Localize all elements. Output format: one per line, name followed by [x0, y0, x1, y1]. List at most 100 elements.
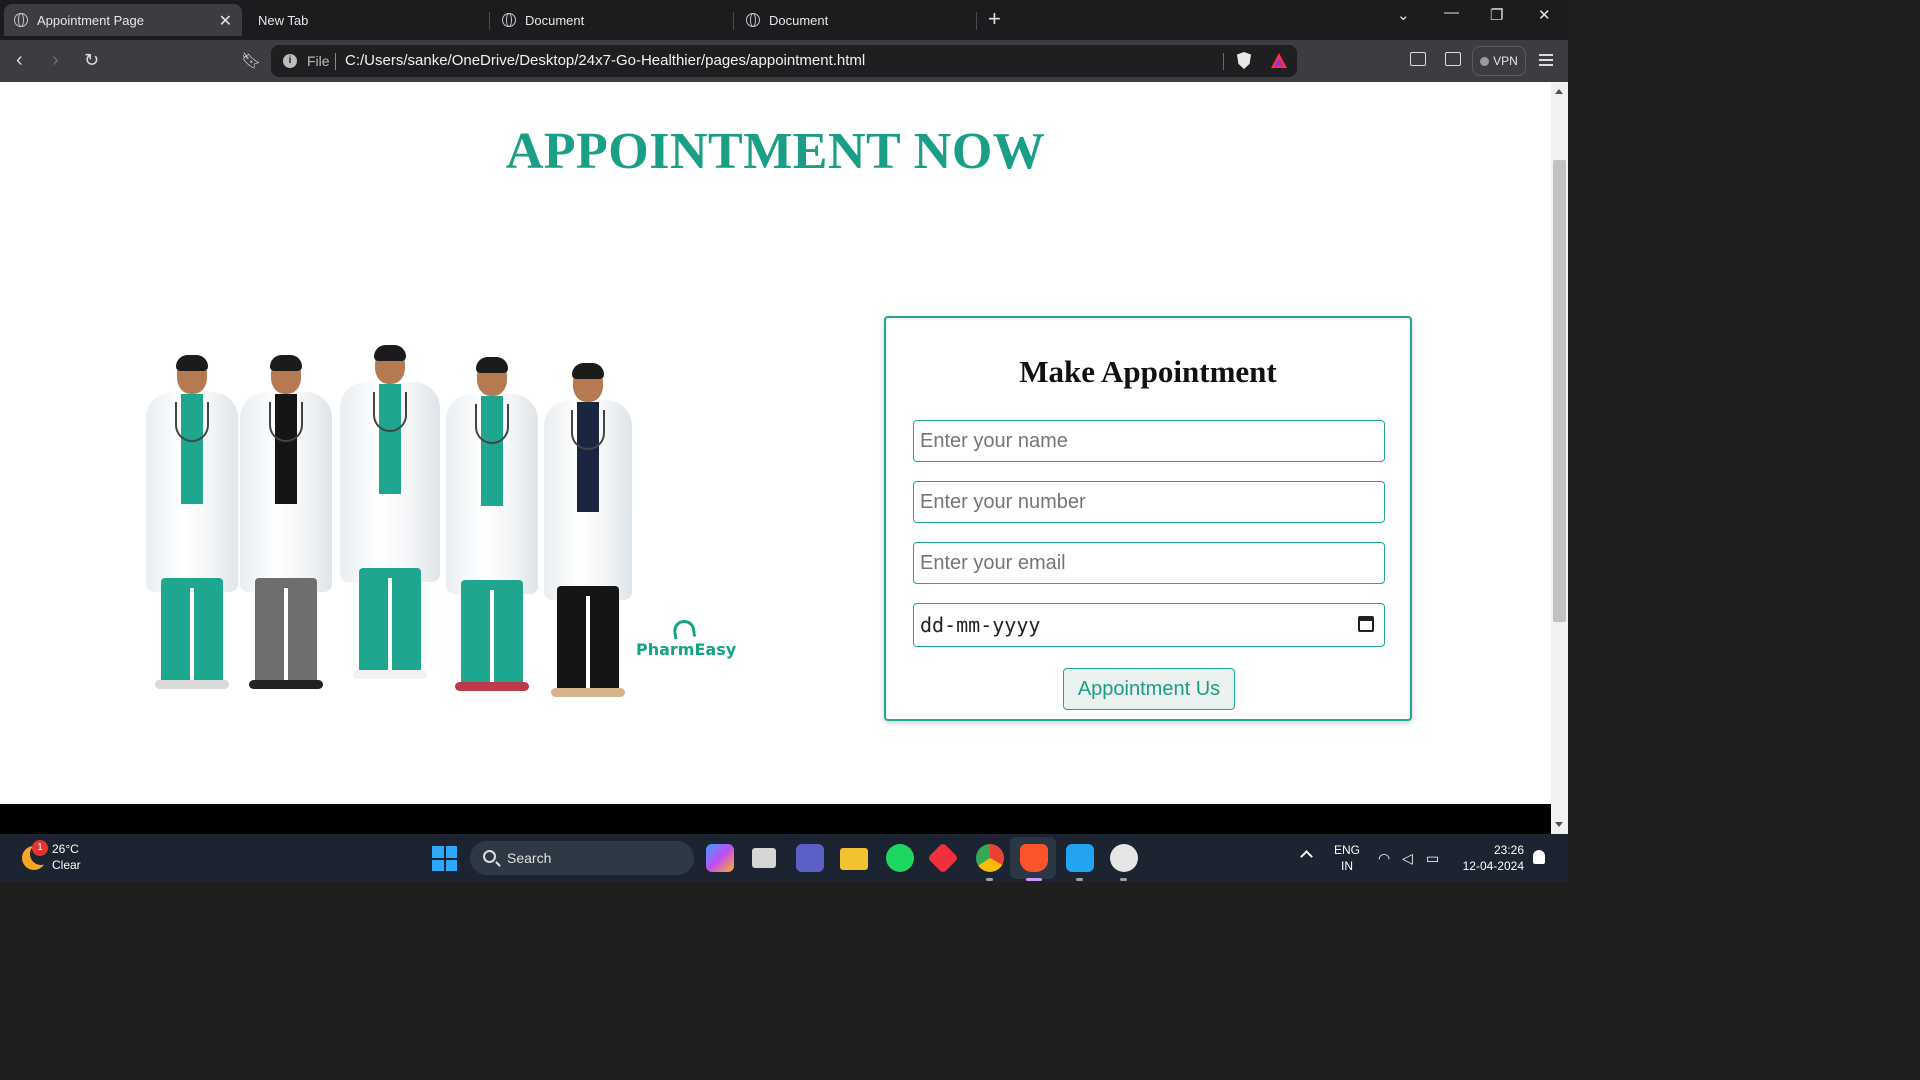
- region-code: IN: [1341, 859, 1353, 873]
- close-tab-icon[interactable]: ✕: [219, 11, 232, 31]
- notification-bell-icon[interactable]: [1533, 850, 1545, 864]
- weather-condition: Clear: [52, 858, 81, 872]
- system-clock[interactable]: 23:26 12-04-2024: [1458, 842, 1524, 874]
- globe-icon: [746, 13, 760, 27]
- weather-widget[interactable]: 1 26°C Clear: [18, 840, 128, 876]
- task-view-icon[interactable]: [752, 848, 776, 868]
- brave-icon[interactable]: [1020, 844, 1048, 872]
- spotify-icon[interactable]: [886, 844, 914, 872]
- page-title: APPOINTMENT NOW: [505, 123, 1046, 180]
- omnibox-divider: [335, 53, 336, 70]
- page-scrollbar[interactable]: [1551, 82, 1568, 834]
- globe-icon: [14, 13, 28, 27]
- info-icon[interactable]: i: [283, 54, 297, 68]
- tab-search-chevron-icon[interactable]: ⌄: [1397, 6, 1410, 24]
- file-explorer-icon[interactable]: [840, 848, 868, 870]
- vpn-status-icon: [1480, 56, 1490, 66]
- wallet-icon[interactable]: [1445, 52, 1461, 66]
- scheme-label: File: [307, 53, 330, 69]
- scroll-down-arrow-icon[interactable]: [1555, 822, 1563, 827]
- email-input[interactable]: Enter your email: [913, 542, 1385, 584]
- tab-document-2[interactable]: Document: [746, 4, 974, 36]
- calendar-icon[interactable]: [1358, 616, 1374, 632]
- sidebar-icon[interactable]: [1410, 52, 1426, 66]
- reload-icon[interactable]: ↻: [84, 49, 99, 71]
- teams-icon[interactable]: [796, 844, 824, 872]
- appointment-form: Make Appointment Enter your name Enter y…: [884, 316, 1412, 721]
- forward-icon[interactable]: ›: [52, 49, 59, 71]
- url-text[interactable]: C:/Users/sanke/OneDrive/Desktop/24x7-Go-…: [345, 52, 865, 69]
- show-hidden-icons-chevron-icon[interactable]: [1300, 850, 1313, 863]
- browser-toolbar: ‹ › ↻ 🔖︎ i File C:/Users/sanke/OneDrive/…: [0, 40, 1568, 82]
- scroll-up-arrow-icon[interactable]: [1555, 89, 1563, 94]
- tab-label: Document: [769, 12, 829, 28]
- doctor-figure: [236, 355, 336, 694]
- tab-label: Appointment Page: [37, 12, 144, 28]
- number-input[interactable]: Enter your number: [913, 481, 1385, 523]
- screen: Appointment Page ✕ New Tab Document Docu…: [0, 0, 1568, 882]
- vpn-button[interactable]: VPN: [1472, 46, 1526, 76]
- copilot-icon[interactable]: [706, 844, 734, 872]
- back-icon[interactable]: ‹: [16, 49, 23, 71]
- name-input[interactable]: Enter your name: [913, 420, 1385, 462]
- minimize-icon[interactable]: —: [1444, 4, 1459, 21]
- tab-separator: [976, 12, 977, 30]
- start-windows-icon[interactable]: [432, 846, 457, 871]
- page-footer: [0, 804, 1551, 834]
- bookmark-icon[interactable]: 🔖︎: [241, 51, 261, 73]
- search-label: Search: [507, 850, 552, 866]
- github-desktop-icon[interactable]: [1110, 844, 1138, 872]
- number-placeholder: Enter your number: [920, 490, 1086, 513]
- pharmeasy-brand-text: PharmEasy: [636, 640, 737, 659]
- new-tab-plus-icon[interactable]: +: [988, 7, 1001, 31]
- doctor-figure: [442, 357, 542, 694]
- search-icon: [483, 850, 496, 863]
- doctor-figure: [142, 355, 242, 694]
- menu-icon[interactable]: [1539, 54, 1553, 66]
- tab-label: New Tab: [258, 12, 309, 28]
- clock-time: 23:26: [1493, 843, 1524, 857]
- running-indicator: [1120, 878, 1127, 881]
- clock-date: 12-04-2024: [1462, 859, 1524, 873]
- tab-label: Document: [525, 12, 585, 28]
- vscode-icon[interactable]: [1066, 844, 1094, 872]
- page-viewport: APPOINTMENT NOW PharmEasy Make Appointme…: [0, 82, 1551, 804]
- tab-document-1[interactable]: Document: [502, 4, 732, 36]
- doctors-illustration: PharmEasy: [120, 344, 750, 697]
- tab-appointment-page[interactable]: Appointment Page ✕: [4, 4, 242, 36]
- date-placeholder: dd-mm-yyyy: [920, 613, 1041, 637]
- battery-icon[interactable]: ▭: [1426, 850, 1439, 867]
- tab-new-tab[interactable]: New Tab: [246, 4, 486, 36]
- taskbar-search[interactable]: Search: [470, 841, 694, 875]
- vpn-label: VPN: [1493, 54, 1518, 68]
- volume-icon[interactable]: ◁: [1402, 850, 1413, 867]
- doctor-figure: [338, 345, 442, 694]
- browser-tabstrip: Appointment Page ✕ New Tab Document Docu…: [0, 0, 1568, 40]
- pharmeasy-logo: PharmEasy: [636, 618, 737, 659]
- doctor-figure: [540, 363, 636, 697]
- language-code: ENG: [1334, 843, 1361, 857]
- window-close-icon[interactable]: ✕: [1538, 6, 1551, 24]
- brave-rewards-icon[interactable]: [1271, 53, 1287, 68]
- globe-icon: [502, 13, 516, 27]
- git-icon[interactable]: [927, 842, 959, 874]
- form-title: Make Appointment: [1019, 354, 1277, 389]
- tab-separator: [489, 12, 490, 30]
- restore-icon[interactable]: ❐: [1490, 6, 1503, 24]
- appointment-submit-button[interactable]: Appointment Us: [1063, 668, 1235, 710]
- date-input[interactable]: dd-mm-yyyy: [913, 603, 1385, 647]
- email-placeholder: Enter your email: [920, 551, 1066, 574]
- name-placeholder: Enter your name: [920, 429, 1068, 452]
- address-bar[interactable]: i File C:/Users/sanke/OneDrive/Desktop/2…: [271, 45, 1297, 77]
- language-indicator[interactable]: ENG IN: [1334, 842, 1360, 874]
- omnibox-divider: [1223, 53, 1224, 70]
- active-indicator: [1026, 878, 1042, 881]
- windows-taskbar: 1 26°C Clear Search ENG IN ◠ ◁ ▭ 23:26 1…: [0, 834, 1568, 882]
- chrome-icon[interactable]: [976, 844, 1004, 872]
- notification-badge: 1: [32, 840, 48, 856]
- running-indicator: [986, 878, 993, 881]
- running-indicator: [1076, 878, 1083, 881]
- brave-shield-icon[interactable]: [1237, 52, 1251, 69]
- scroll-thumb[interactable]: [1553, 160, 1566, 622]
- wifi-icon[interactable]: ◠: [1378, 850, 1390, 867]
